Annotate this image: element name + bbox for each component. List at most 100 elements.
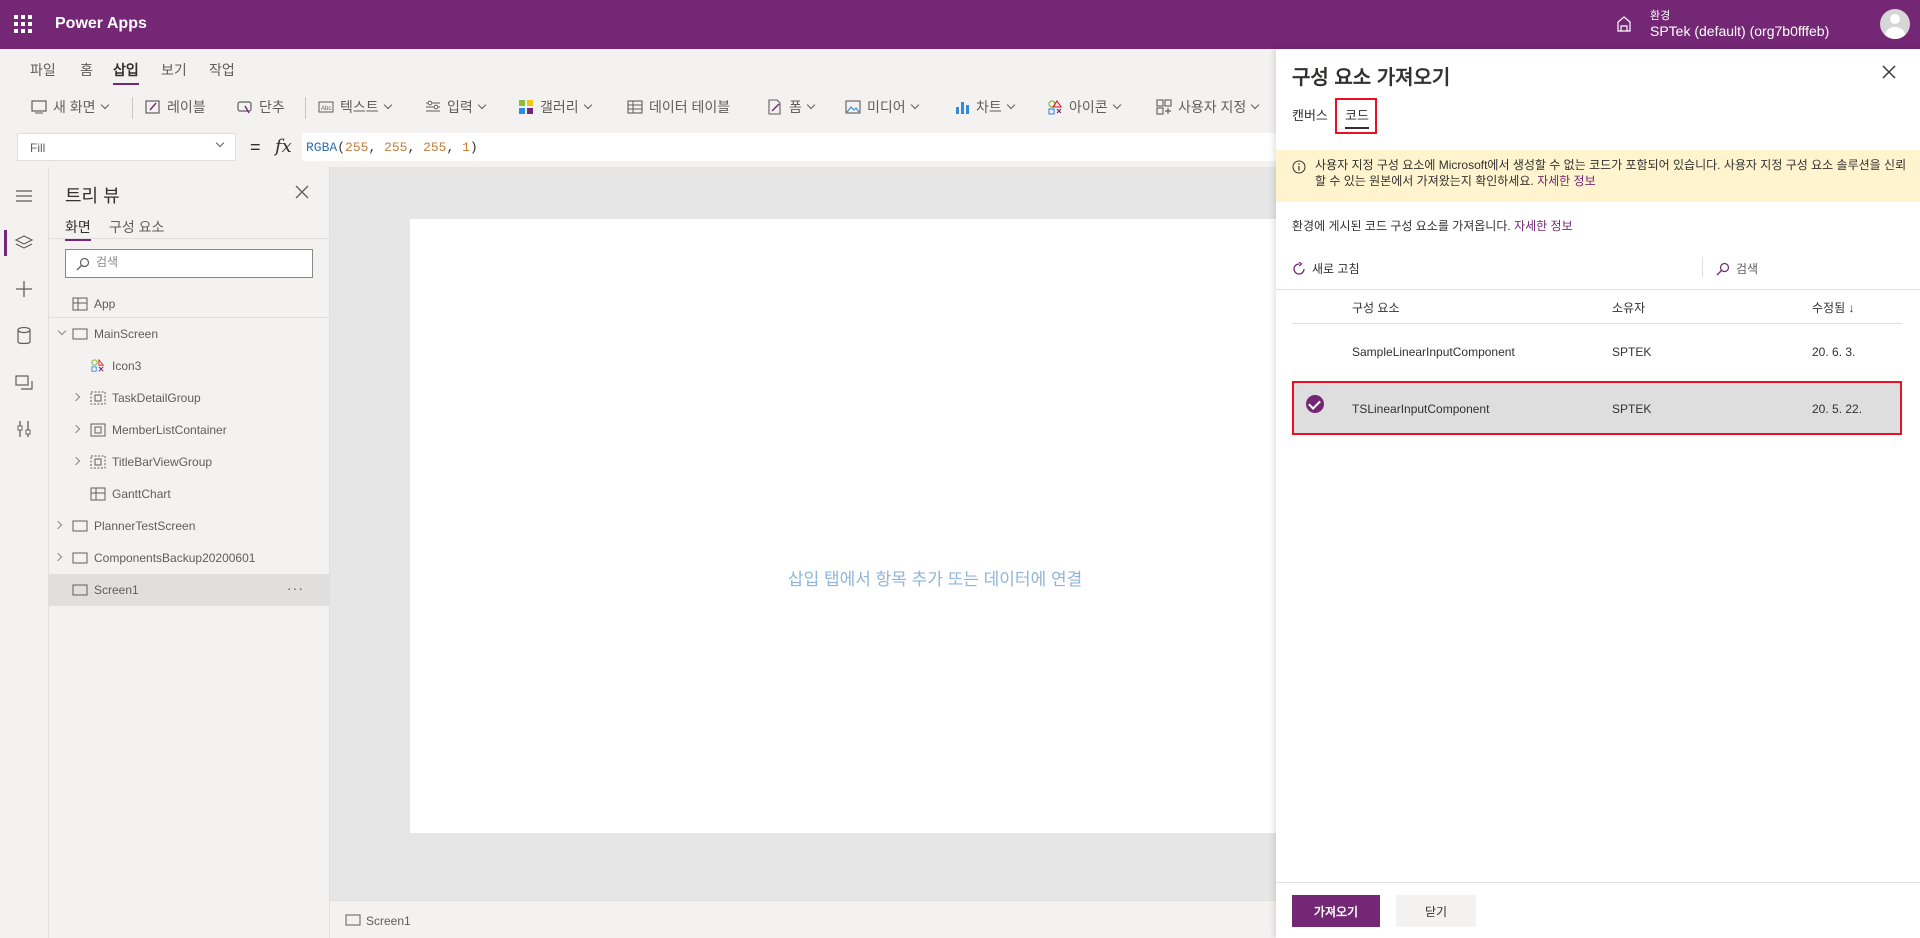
component-name: TSLinearInputComponent (1352, 402, 1490, 416)
menu-tab-file[interactable]: 파일 (30, 60, 56, 80)
input-button[interactable]: 입력 (425, 96, 487, 118)
refresh-button[interactable]: 새로 고침 (1292, 260, 1360, 277)
description-learn-more-link[interactable]: 자세한 정보 (1514, 219, 1573, 233)
environment-name[interactable]: SPTek (default) (org7b0fffeb) (1650, 23, 1829, 39)
app-launcher-icon[interactable] (14, 15, 32, 33)
text-icon: Abc (318, 101, 334, 113)
chevron-right-icon[interactable] (53, 552, 63, 562)
chevron-right-icon[interactable] (71, 392, 81, 402)
chevron-right-icon[interactable] (53, 520, 63, 530)
close-icon[interactable] (295, 185, 309, 199)
data-table-button[interactable]: 데이터 테이블 (627, 96, 730, 118)
left-rail (0, 167, 49, 938)
chart-button[interactable]: 차트 (954, 96, 1016, 118)
chevron-down-icon (215, 138, 225, 148)
form-button[interactable]: 폼 (767, 96, 816, 118)
close-icon[interactable] (1881, 64, 1897, 80)
tree-item-memberlistcontainer[interactable]: MemberListContainer (49, 414, 329, 446)
tree-item-titlebarviewgroup[interactable]: TitleBarViewGroup (49, 446, 329, 478)
tree-item-mainscreen[interactable]: MainScreen (49, 318, 329, 350)
svg-text:Abc: Abc (321, 106, 331, 112)
close-button[interactable]: 닫기 (1396, 895, 1476, 927)
fx-icon[interactable]: fx (275, 136, 292, 157)
button-button[interactable]: 단추 (237, 96, 285, 118)
panel-search[interactable]: 검색 (1716, 260, 1758, 277)
more-options-icon[interactable]: ··· (287, 580, 304, 596)
tree-item-icon3[interactable]: Icon3 (49, 350, 329, 382)
search-icon (1716, 262, 1730, 275)
new-screen-button[interactable]: 새 화면 (31, 96, 109, 118)
container-icon (90, 423, 106, 437)
tree-item-plannertestscreen[interactable]: PlannerTestScreen (49, 510, 329, 542)
column-header-owner[interactable]: 소유자 (1612, 299, 1645, 316)
chevron-right-icon[interactable] (71, 424, 81, 434)
top-bar: Power Apps 환경 SPTek (default) (org7b0fff… (0, 0, 1920, 49)
text-button[interactable]: Abc 텍스트 (318, 96, 392, 118)
input-icon (426, 100, 440, 112)
media-icon (845, 100, 861, 114)
chevron-right-icon[interactable] (71, 456, 81, 466)
menu-icon[interactable] (13, 185, 35, 207)
tab-code[interactable]: 코드 (1335, 98, 1377, 134)
formula-text: RGBA(255, 255, 255, 1) (306, 140, 478, 155)
screen-icon (72, 584, 88, 596)
environment-icon[interactable] (1616, 16, 1632, 32)
menu-tab-insert[interactable]: 삽입 (113, 60, 139, 85)
tree-item-screen1[interactable]: Screen1 ··· (49, 574, 329, 606)
rail-active-indicator (4, 230, 7, 256)
info-icon (1292, 160, 1306, 174)
plus-icon[interactable] (13, 278, 35, 300)
component-name: SampleLinearInputComponent (1352, 345, 1515, 359)
user-avatar[interactable] (1880, 9, 1910, 39)
database-icon[interactable] (13, 325, 35, 347)
media-button[interactable]: 미디어 (845, 96, 919, 118)
tree-item-taskdetailgroup[interactable]: TaskDetailGroup (49, 382, 329, 414)
tab-components[interactable]: 구성 요소 (109, 217, 164, 237)
chevron-down-icon[interactable] (57, 326, 67, 336)
screen-icon (72, 520, 88, 532)
tree-item-app[interactable]: App (49, 288, 329, 320)
tools-icon[interactable] (13, 418, 35, 440)
equals-sign: = (250, 137, 261, 157)
form-icon (768, 99, 781, 115)
table-row[interactable]: SampleLinearInputComponent SPTEK 20. 6. … (1292, 329, 1902, 375)
app-name[interactable]: Power Apps (55, 15, 147, 33)
tab-canvas[interactable]: 캔버스 (1292, 105, 1328, 124)
media-library-icon[interactable] (13, 372, 35, 394)
menu-tab-view[interactable]: 보기 (161, 60, 187, 80)
column-header-component[interactable]: 구성 요소 (1352, 299, 1400, 316)
checkmark-icon[interactable] (1306, 395, 1324, 413)
tree-item-componentsbackup[interactable]: ComponentsBackup20200601 (49, 542, 329, 574)
gallery-icon (519, 100, 533, 114)
status-bar: Screen1 (330, 900, 1276, 938)
warning-learn-more-link[interactable]: 자세한 정보 (1537, 174, 1596, 188)
screen-canvas[interactable]: 삽입 탭에서 항목 추가 또는 데이터에 연결 (410, 219, 1276, 833)
current-screen-name[interactable]: Screen1 (366, 914, 411, 928)
custom-button[interactable]: 사용자 지정 (1156, 96, 1260, 118)
group-icon (90, 391, 106, 405)
panel-title: 구성 요소 가져오기 (1292, 67, 1451, 89)
table-row-selected[interactable]: TSLinearInputComponent SPTEK 20. 5. 22. (1292, 381, 1902, 435)
layers-icon[interactable] (13, 232, 35, 254)
tab-screens[interactable]: 화면 (65, 217, 91, 241)
gallery-button[interactable]: 갤러리 (518, 96, 592, 118)
tree-search-input[interactable] (96, 255, 306, 269)
tree-search-box[interactable] (65, 249, 313, 278)
property-dropdown[interactable]: Fill (17, 133, 236, 161)
menu-tab-action[interactable]: 작업 (209, 60, 235, 80)
environment-label[interactable]: 환경 (1650, 7, 1670, 23)
panel-description: 환경에 게시된 코드 구성 요소를 가져옵니다. 자세한 정보 (1292, 219, 1573, 233)
menu-tab-home[interactable]: 홈 (80, 60, 93, 80)
column-header-modified[interactable]: 수정됨 ↓ (1812, 299, 1854, 316)
label-button[interactable]: 레이블 (145, 96, 206, 118)
component-modified: 20. 5. 22. (1812, 402, 1863, 416)
warning-text: 사용자 지정 구성 요소에 Microsoft에서 생성할 수 없는 코드가 포… (1315, 158, 1907, 188)
import-button[interactable]: 가져오기 (1292, 895, 1380, 927)
icons-button[interactable]: 아이콘 (1047, 96, 1121, 118)
refresh-icon (1293, 261, 1305, 275)
component-modified: 20. 6. 3. (1812, 345, 1856, 359)
label-icon (145, 100, 160, 114)
component-owner: SPTEK (1612, 402, 1652, 416)
group-icon (90, 455, 106, 469)
tree-item-ganttchart[interactable]: GanttChart (49, 478, 329, 510)
